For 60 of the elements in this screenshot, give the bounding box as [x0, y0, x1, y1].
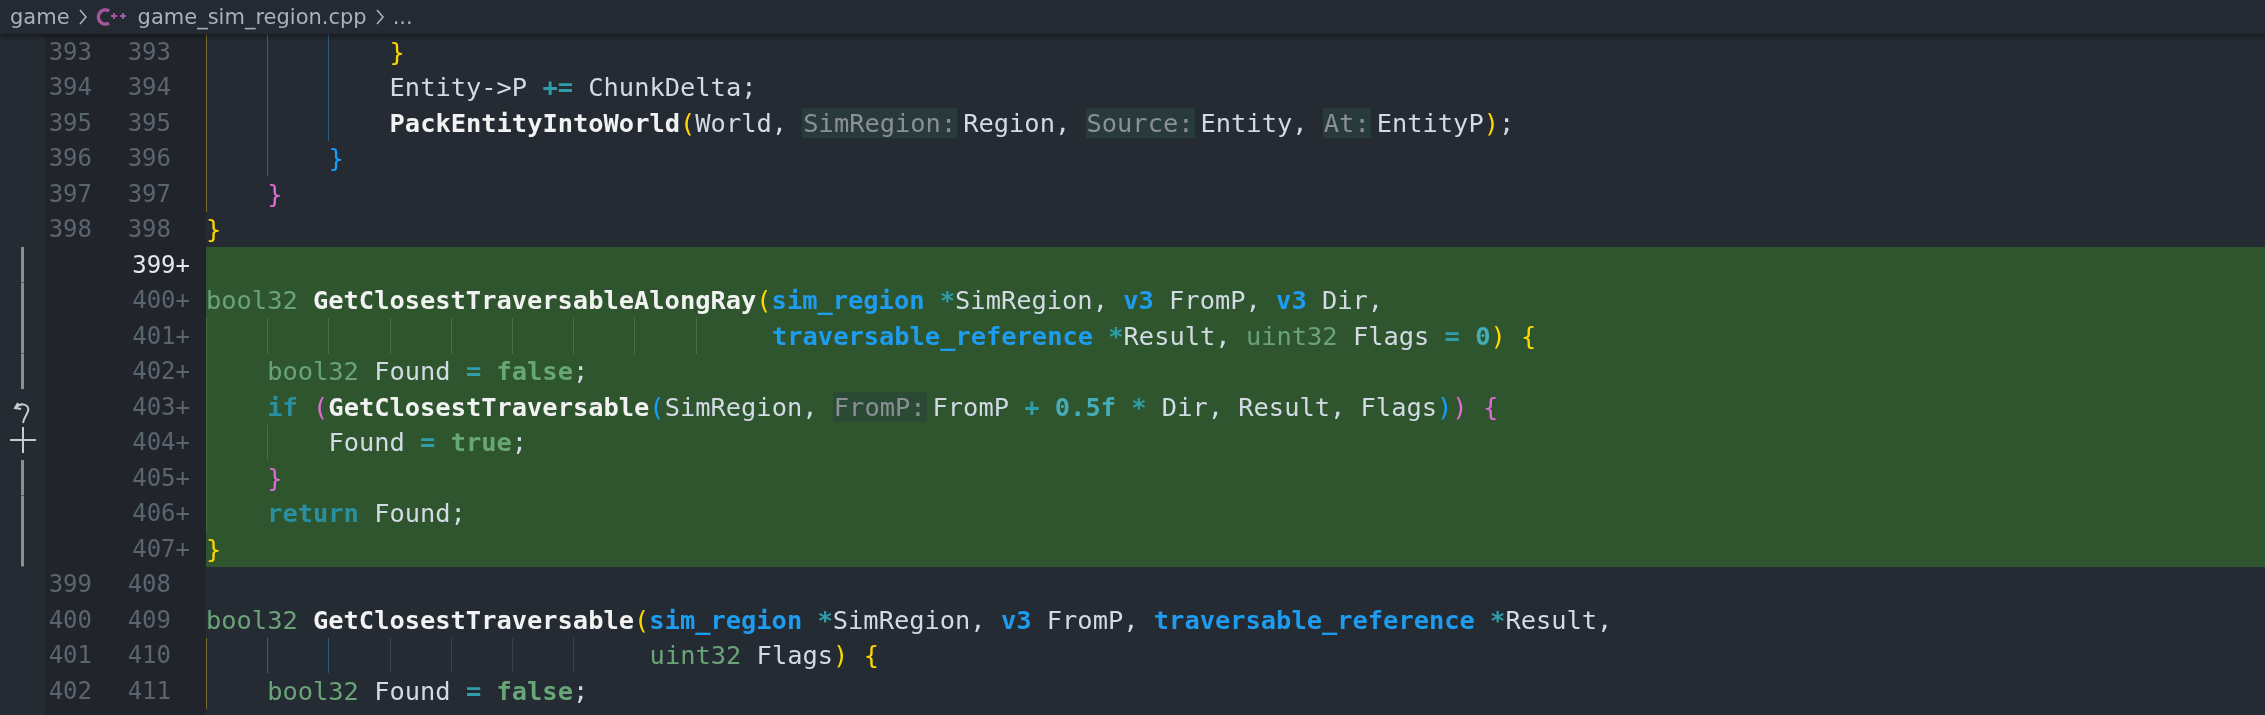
chevron-icon [77, 8, 88, 26]
old-line-number: 401 [48, 641, 92, 670]
code-text: Region, [963, 107, 1072, 138]
code-text: uint32 Flags) { [649, 640, 879, 671]
new-line-number: 401+ [132, 321, 190, 350]
plus-icon[interactable] [7, 424, 38, 455]
new-line-number: 402+ [132, 357, 190, 386]
new-line-number: 400+ [132, 286, 190, 315]
code-text: if (GetClosestTraversable(SimRegion, [267, 391, 819, 422]
old-line-number: 396 [48, 144, 92, 173]
code-text: return Found; [267, 498, 466, 529]
code-text: Entity, [1200, 107, 1309, 138]
old-line-number: 398 [48, 215, 92, 244]
chevron-icon [374, 8, 385, 26]
code-text: EntityP); [1376, 107, 1515, 138]
new-line-number: 408 [127, 570, 171, 599]
old-line-number: 394 [48, 73, 92, 102]
new-line-number: 396 [127, 144, 171, 173]
code-text: bool32 GetClosestTraversable(sim_region *SimRegion, v3 FromP, traversable_reference *Result, [206, 604, 1613, 635]
more-link[interactable]: ... [392, 5, 413, 29]
code-text: FromP + 0.5f * Dir, Result, Flags)) { [932, 391, 1499, 422]
code-text: } [267, 462, 283, 493]
code-text: bool32 GetClosestTraversableAlongRay(sim_region *SimRegion, v3 FromP, v3 Dir, [206, 285, 1384, 316]
inlay-hint: At: [1322, 107, 1371, 138]
new-line-number: 393 [127, 37, 171, 66]
old-line-number: 395 [48, 108, 92, 137]
new-line-number: 407+ [132, 534, 190, 563]
old-line-number: 402 [48, 676, 92, 705]
inlay-hint: Source: [1085, 107, 1195, 138]
new-line-number: 404+ [132, 428, 190, 457]
code-text: } [206, 533, 222, 564]
code-text: traversable_reference *Result, uint32 Flags = 0) { [772, 320, 1537, 351]
new-line-number: 410 [127, 641, 171, 670]
new-line-number: 395 [127, 108, 171, 137]
new-line-number: 411 [127, 676, 171, 705]
old-line-number: 397 [48, 179, 92, 208]
new-line-number: 403+ [132, 392, 190, 421]
new-line-number: 397 [127, 179, 171, 208]
code-text: bool32 Found = false; [267, 675, 589, 706]
inlay-hint: SimRegion: [802, 107, 958, 138]
breadcrumb-item[interactable]: game [10, 5, 70, 29]
code-text: } [267, 178, 283, 209]
new-line-number: 394 [127, 73, 171, 102]
new-line-number: 405+ [132, 463, 190, 492]
code-text: bool32 Found = false; [267, 356, 589, 387]
breadcrumb-item[interactable]: game_sim_region.cpp [137, 5, 367, 29]
inlay-hint: FromP: [832, 391, 927, 422]
new-line-number: 406+ [132, 499, 190, 528]
code-text: } [389, 36, 405, 67]
old-line-number: 399 [48, 570, 92, 599]
new-line-number: 399+ [132, 250, 190, 279]
code-text: Entity->P += ChunkDelta; [389, 72, 757, 103]
old-line-number: 393 [48, 37, 92, 66]
new-line-number: 398 [127, 215, 171, 244]
code-text: PackEntityIntoWorld(World, [389, 107, 789, 138]
old-line-number: 400 [48, 605, 92, 634]
code-text: } [206, 214, 222, 245]
code-text: } [328, 143, 344, 174]
new-line-number: 409 [127, 605, 171, 634]
code-text: Found = true; [328, 427, 528, 458]
